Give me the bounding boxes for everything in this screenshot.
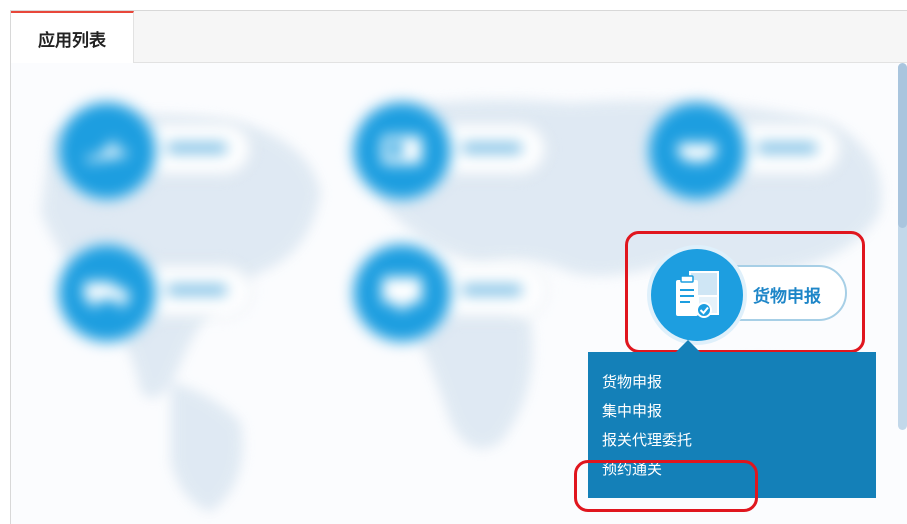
app-submenu: 货物申报 集中申报 报关代理委托 预约通关 bbox=[588, 340, 876, 498]
scrollbar-thumb[interactable] bbox=[898, 63, 907, 228]
tab-app-list[interactable]: 应用列表 bbox=[11, 11, 134, 63]
app-tile-2[interactable] bbox=[354, 103, 546, 199]
menu-item-centralized-declaration[interactable]: 集中申报 bbox=[602, 397, 876, 426]
plane-icon bbox=[59, 103, 155, 199]
app-label-cargo-declaration: 货物申报 bbox=[753, 287, 821, 307]
menu-item-customs-agent-entrustment[interactable]: 报关代理委托 bbox=[602, 426, 876, 455]
app-tile-4[interactable] bbox=[59, 245, 251, 341]
cargo-boxes-icon bbox=[651, 249, 743, 341]
truck-icon bbox=[59, 245, 155, 341]
monitor-icon bbox=[354, 245, 450, 341]
tab-bar: 应用列表 bbox=[11, 11, 907, 63]
app-tile-1[interactable] bbox=[59, 103, 251, 199]
handshake-icon bbox=[649, 103, 745, 199]
app-tile-3[interactable] bbox=[649, 103, 841, 199]
screen-form-icon bbox=[354, 103, 450, 199]
menu-item-appointment-clearance[interactable]: 预约通关 bbox=[602, 455, 876, 484]
app-tile-5[interactable] bbox=[354, 245, 546, 341]
menu-item-cargo-declaration[interactable]: 货物申报 bbox=[602, 368, 876, 397]
app-tile-cargo-declaration[interactable]: 货物申报 bbox=[651, 249, 847, 341]
